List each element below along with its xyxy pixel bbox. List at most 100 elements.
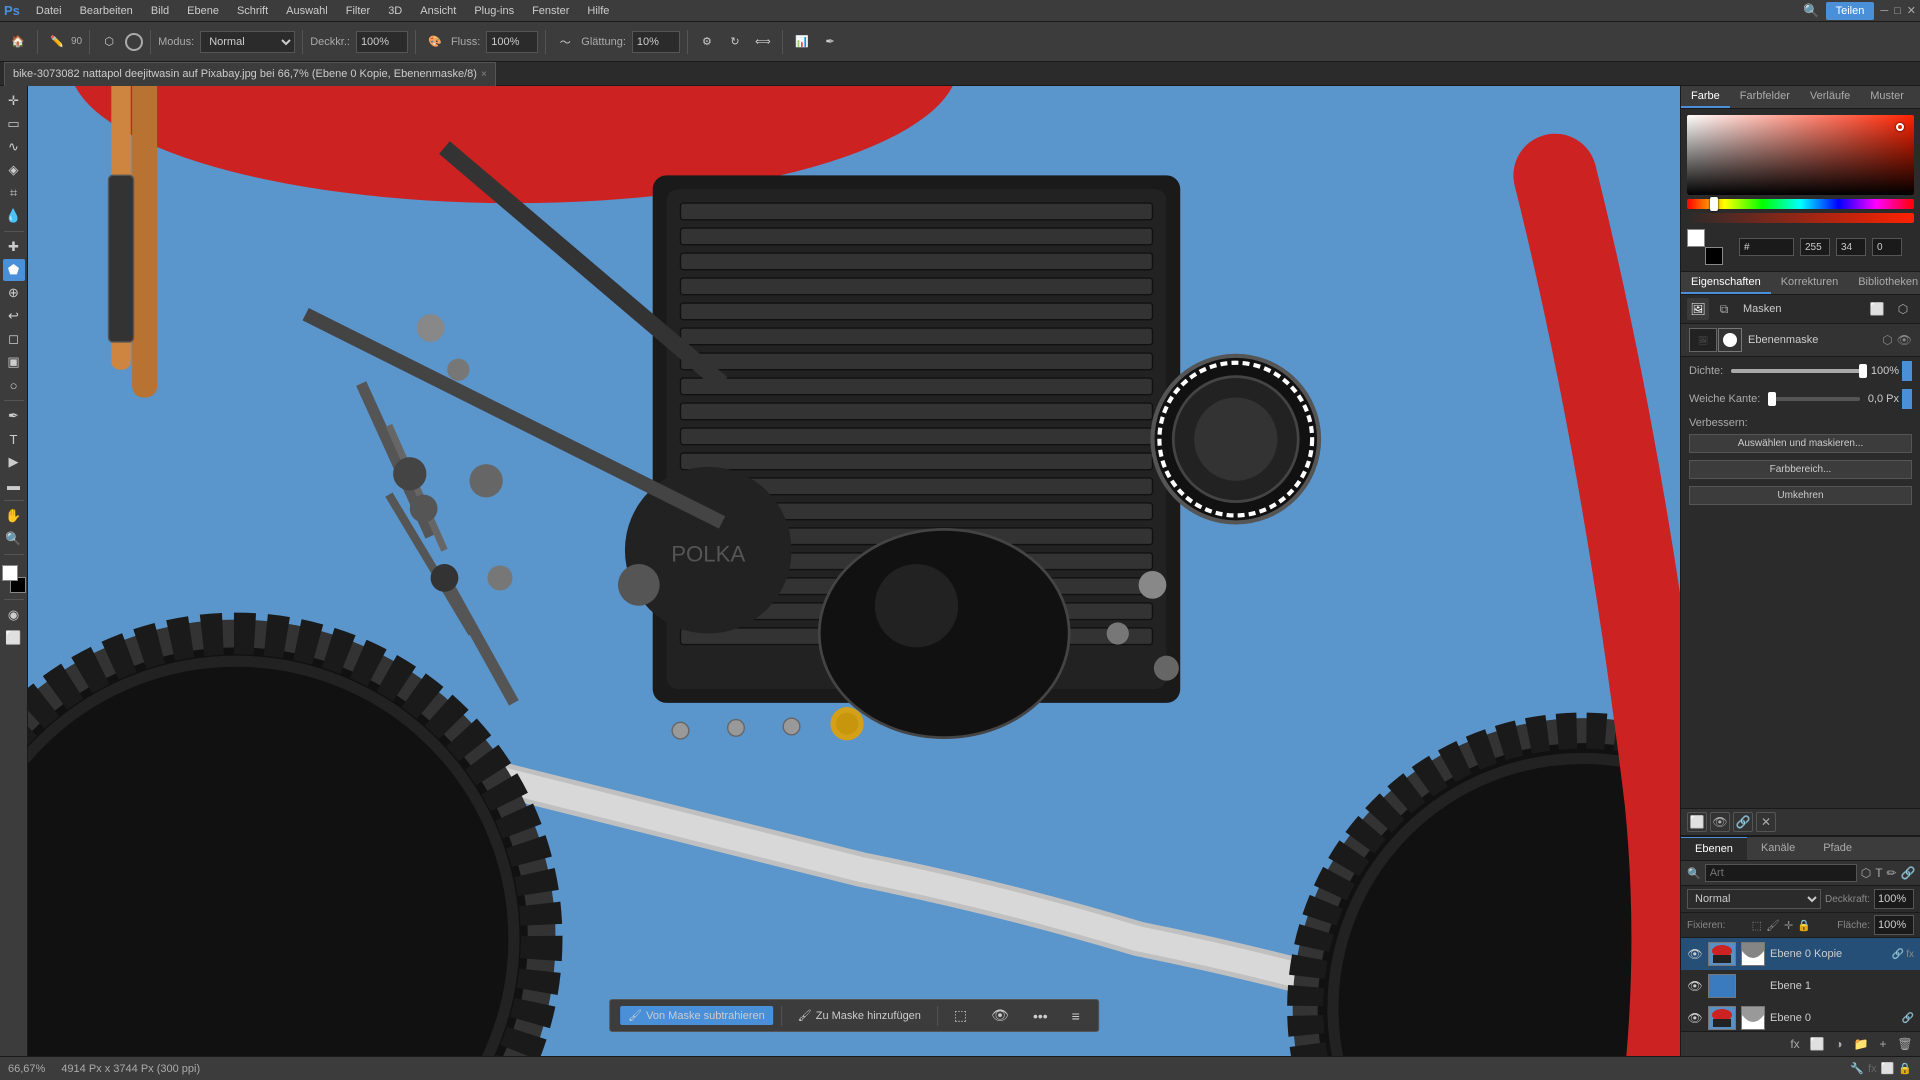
search-icon[interactable]: 🔍 — [1803, 3, 1819, 19]
new-layer-btn[interactable]: + — [1874, 1035, 1892, 1053]
menu-auswahl[interactable]: Auswahl — [278, 3, 336, 19]
layer-mode-select[interactable]: Normal Multiplizieren Bildschirm — [1687, 889, 1821, 909]
props-tab-eigenschaften[interactable]: Eigenschaften — [1681, 272, 1771, 294]
layer-visibility-0kopie[interactable]: 👁 — [1687, 946, 1703, 962]
foreground-color-swatch[interactable] — [2, 565, 18, 581]
tab-muster[interactable]: Muster — [1860, 86, 1914, 108]
tab-farbfelder[interactable]: Farbfelder — [1730, 86, 1800, 108]
add-mask-vector-icon[interactable]: ⬡ — [1892, 298, 1914, 320]
add-adjustment-btn[interactable]: ◑ — [1830, 1035, 1848, 1053]
auswahlen-button[interactable]: Auswählen und maskieren... — [1689, 434, 1912, 453]
eraser-tool[interactable]: ◻ — [3, 328, 25, 350]
props-tab-bibliotheken[interactable]: Bibliotheken — [1848, 272, 1920, 294]
masken-apply-icon[interactable]: ⬡ — [1882, 333, 1892, 347]
panel-icon-2[interactable]: 👁 — [1710, 812, 1730, 832]
gradient-tool[interactable]: ▣ — [3, 351, 25, 373]
brush-tool-icon[interactable]: ✏️ — [45, 30, 69, 54]
show-mask-button[interactable]: 👁 — [983, 1004, 1017, 1027]
menu-filter[interactable]: Filter — [338, 3, 378, 19]
menu-datei[interactable]: Datei — [28, 3, 70, 19]
shape-tool[interactable]: ▬ — [3, 474, 25, 496]
image-properties-icon[interactable]: 🖼 — [1687, 298, 1709, 320]
weiche-kante-triangle[interactable] — [1902, 389, 1912, 409]
layers-filter-btn-3[interactable]: ✏ — [1887, 864, 1897, 882]
farbbereich-button[interactable]: Farbbereich... — [1689, 460, 1912, 479]
canvas-area[interactable]: POLKA — [28, 86, 1680, 1056]
layers-filter-btn-2[interactable]: T — [1875, 864, 1882, 882]
fix-transparent-icon[interactable]: ⬚ — [1752, 919, 1762, 932]
fx-button[interactable]: fx — [1786, 1035, 1804, 1053]
menu-schrift[interactable]: Schrift — [229, 3, 276, 19]
maximize-icon[interactable]: □ — [1894, 5, 1901, 17]
delete-layer-btn[interactable]: 🗑 — [1896, 1035, 1914, 1053]
deckkraft-input[interactable] — [1874, 889, 1914, 909]
tab-verlaeufe[interactable]: Verläufe — [1800, 86, 1860, 108]
layer-visibility-1[interactable]: 👁 — [1687, 978, 1703, 994]
lasso-tool[interactable]: ∿ — [3, 136, 25, 158]
fix-all-icon[interactable]: 🔒 — [1797, 919, 1811, 932]
menu-plugins[interactable]: Plug-ins — [466, 3, 522, 19]
flaeche-input[interactable] — [1874, 915, 1914, 935]
move-tool[interactable]: ✛ — [3, 90, 25, 112]
color-alpha-slider[interactable] — [1687, 213, 1914, 223]
minimize-icon[interactable]: ─ — [1880, 5, 1888, 17]
layer-item-ebene0[interactable]: 👁 Ebene 0 🔗 — [1681, 1002, 1920, 1031]
dichte-triangle[interactable] — [1902, 361, 1912, 381]
zoom-tool[interactable]: 🔍 — [3, 528, 25, 550]
menu-ebene[interactable]: Ebene — [179, 3, 227, 19]
add-mask-button[interactable]: 🖌 Zu Maske hinzufügen — [790, 1006, 929, 1025]
color-gradient-box[interactable] — [1687, 115, 1914, 195]
fluss-input[interactable] — [486, 31, 538, 53]
dichte-slider-knob[interactable] — [1859, 364, 1867, 378]
r-input[interactable] — [1800, 238, 1830, 256]
tool-option-icon[interactable] — [125, 33, 143, 51]
brush-tool[interactable]: ⬟ — [3, 259, 25, 281]
fix-move-icon[interactable]: ✛ — [1784, 919, 1793, 932]
eyedropper-tool[interactable]: 💧 — [3, 205, 25, 227]
g-input[interactable] — [1836, 238, 1866, 256]
brush-preset-icon[interactable]: ⬡ — [97, 30, 121, 54]
deckkr-input[interactable] — [356, 31, 408, 53]
home-icon[interactable]: 🏠 — [6, 30, 30, 54]
menu-ansicht[interactable]: Ansicht — [412, 3, 464, 19]
menu-bearbeiten[interactable]: Bearbeiten — [72, 3, 141, 19]
clone-stamp-tool[interactable]: ⊕ — [3, 282, 25, 304]
layer-item-ebene0kopie[interactable]: 👁 Ebene 0 Kopie 🔗 fx — [1681, 938, 1920, 970]
panel-icon-4[interactable]: ✕ — [1756, 812, 1776, 832]
mask-options-button[interactable]: ••• — [1025, 1005, 1056, 1027]
stylus-icon[interactable]: ✒ — [818, 30, 842, 54]
mask-settings-button[interactable]: ≡ — [1064, 1005, 1088, 1027]
fg-swatch[interactable] — [1687, 229, 1705, 247]
dodge-tool[interactable]: ○ — [3, 374, 25, 396]
add-mask-pixel-icon[interactable]: ⬜ — [1866, 298, 1888, 320]
layers-filter-btn-4[interactable]: 🔗 — [1901, 864, 1916, 882]
menu-bild[interactable]: Bild — [143, 3, 177, 19]
document-tab[interactable]: bike-3073082 nattapol deejitwasin auf Pi… — [4, 62, 496, 86]
healing-tool[interactable]: ✚ — [3, 236, 25, 258]
hex-input[interactable] — [1739, 238, 1794, 256]
pen-tool[interactable]: ✒ — [3, 405, 25, 427]
add-mask-layer-btn[interactable]: ⬜ — [1808, 1035, 1826, 1053]
b-input[interactable] — [1872, 238, 1902, 256]
layer-properties-icon[interactable]: ⧉ — [1713, 298, 1735, 320]
layers-search-input[interactable] — [1705, 864, 1857, 882]
smoothing-icon[interactable]: 〜 — [553, 30, 577, 54]
layer-item-ebene1[interactable]: 👁 Ebene 1 — [1681, 970, 1920, 1002]
selection-tool[interactable]: ▭ — [3, 113, 25, 135]
umkehren-button[interactable]: Umkehren — [1689, 486, 1912, 505]
symmetry-icon[interactable]: ⟺ — [751, 30, 775, 54]
panel-icon-3[interactable]: 🔗 — [1733, 812, 1753, 832]
pressure-icon[interactable]: 📊 — [790, 30, 814, 54]
bg-swatch[interactable] — [1705, 247, 1723, 265]
masken-eye-icon[interactable]: 👁 — [1897, 333, 1912, 347]
path-select-tool[interactable]: ▶ — [3, 451, 25, 473]
props-tab-korrekturen[interactable]: Korrekturen — [1771, 272, 1848, 294]
layers-tab-kanaele[interactable]: Kanäle — [1747, 837, 1809, 860]
layers-tab-ebenen[interactable]: Ebenen — [1681, 837, 1747, 860]
quick-select-tool[interactable]: ◈ — [3, 159, 25, 181]
screen-mode-btn[interactable]: ⬜ — [3, 627, 25, 649]
history-brush-tool[interactable]: ↩ — [3, 305, 25, 327]
color-hue-slider[interactable] — [1687, 199, 1914, 209]
menu-3d[interactable]: 3D — [380, 3, 410, 19]
mask-mode-btn[interactable]: ◉ — [3, 604, 25, 626]
